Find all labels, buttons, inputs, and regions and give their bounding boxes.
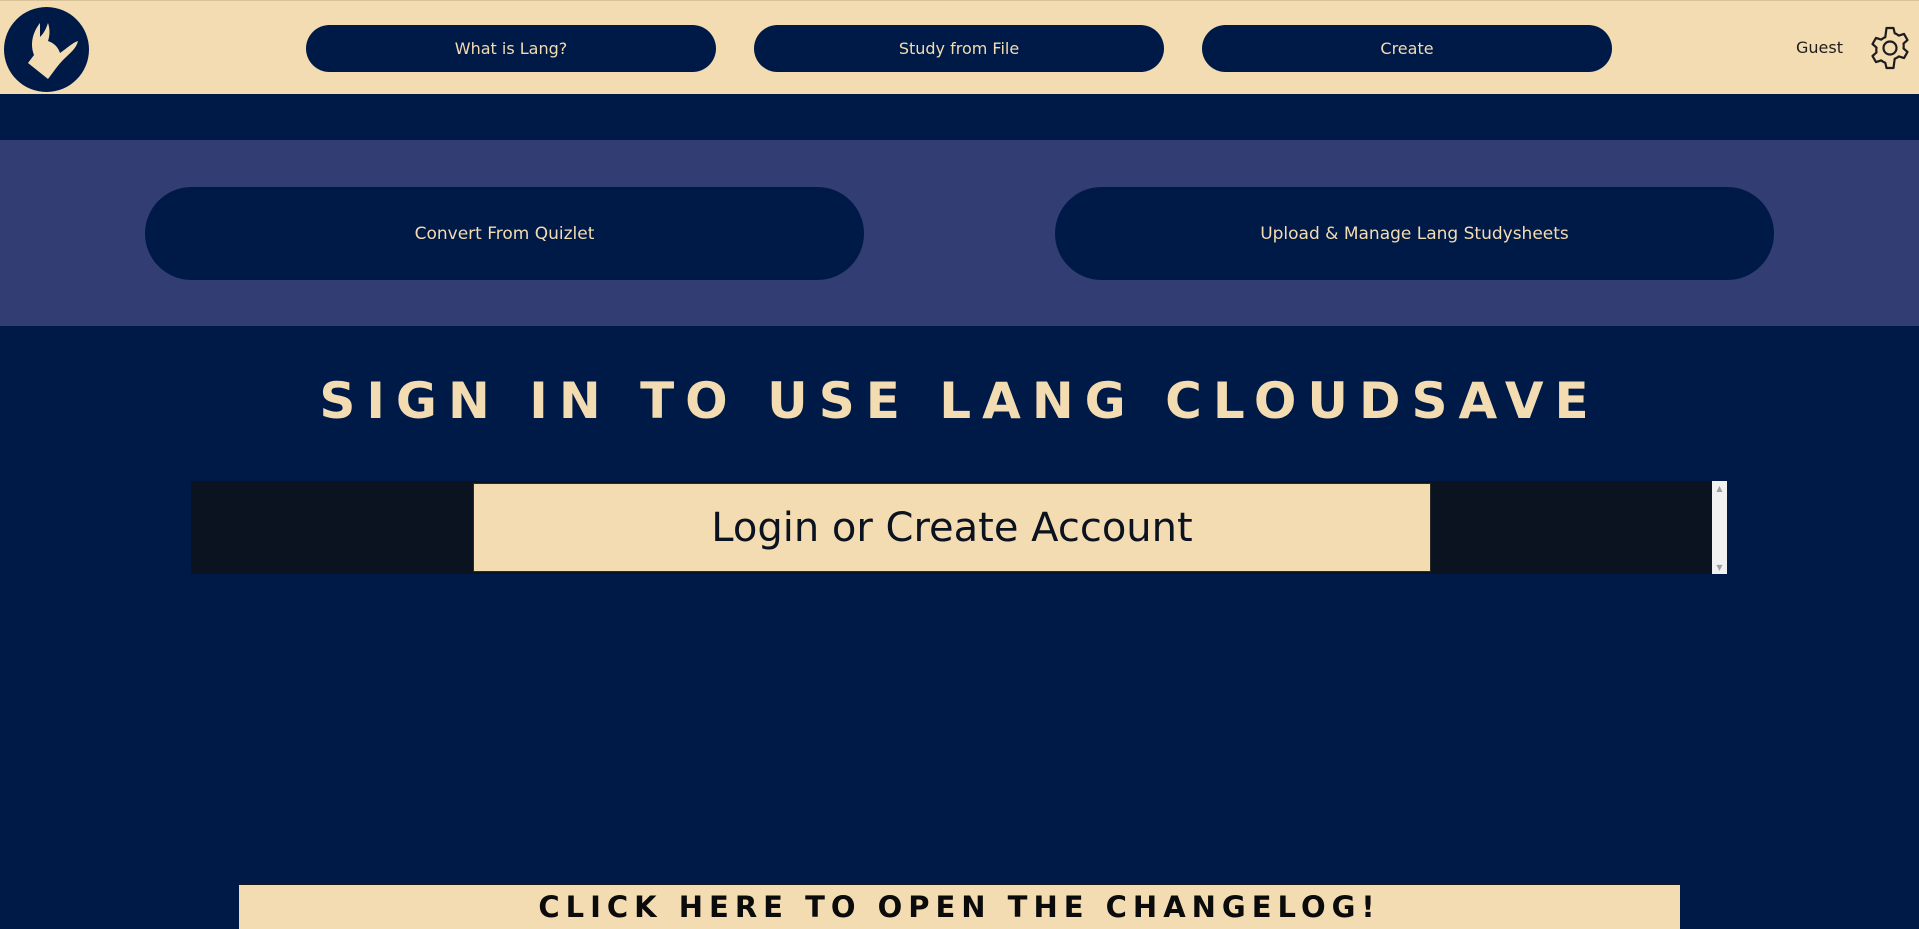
- upload-studysheets-button[interactable]: Upload & Manage Lang Studysheets: [1055, 187, 1774, 280]
- gear-icon[interactable]: [1866, 24, 1914, 72]
- nav-create-button[interactable]: Create: [1202, 25, 1612, 72]
- nav-study-from-file-button[interactable]: Study from File: [754, 25, 1164, 72]
- convert-from-quizlet-button[interactable]: Convert From Quizlet: [145, 187, 864, 280]
- top-navbar: What is Lang? Study from File Create Gue…: [0, 0, 1919, 94]
- frame-scrollbar[interactable]: ▲ ▼: [1712, 481, 1727, 574]
- changelog-button[interactable]: Click here to open the changelog!: [239, 884, 1680, 929]
- scroll-down-arrow-icon[interactable]: ▼: [1712, 560, 1727, 574]
- login-frame: Login or Create Account ▲ ▼: [191, 481, 1727, 574]
- scroll-up-arrow-icon[interactable]: ▲: [1712, 481, 1727, 495]
- nav-what-is-lang-button[interactable]: What is Lang?: [306, 25, 716, 72]
- page-title: Sign in to use Lang Cloudsave: [319, 372, 1600, 430]
- actions-band: Convert From Quizlet Upload & Manage Lan…: [0, 140, 1919, 326]
- user-label: Guest: [1796, 38, 1843, 57]
- login-button[interactable]: Login or Create Account: [473, 483, 1431, 572]
- lang-logo-icon[interactable]: [4, 7, 89, 92]
